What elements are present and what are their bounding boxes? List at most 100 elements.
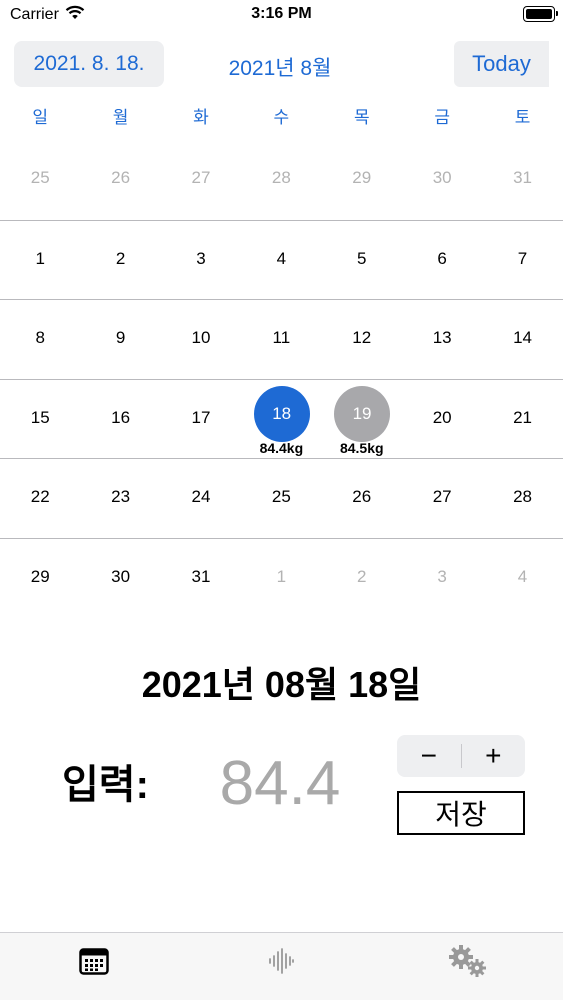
day-number: 23 <box>111 487 131 507</box>
calendar-day[interactable]: 1 <box>241 539 321 618</box>
calendar-day[interactable]: 24 <box>161 459 241 538</box>
battery-icon <box>523 6 558 22</box>
tab-bar <box>0 932 563 1000</box>
day-number: 7 <box>517 248 528 268</box>
day-number: 15 <box>30 407 50 427</box>
day-number: 3 <box>437 566 447 586</box>
waveform-icon <box>267 947 295 979</box>
calendar-week-row: 1 2 3 4 5 6 7 <box>0 219 563 300</box>
tab-waveform[interactable] <box>261 943 301 983</box>
day-number: 4 <box>276 248 287 268</box>
day-number: 26 <box>111 168 131 187</box>
day-number: 3 <box>196 248 206 268</box>
calendar-day[interactable]: 3 <box>402 539 482 618</box>
calendar-day[interactable]: 22 <box>0 459 80 538</box>
day-number: 14 <box>513 328 532 348</box>
calendar-day[interactable]: 17 <box>161 380 241 459</box>
weekday-label: 수 <box>273 108 290 127</box>
weekday-label: 화 <box>193 108 209 127</box>
tab-settings[interactable] <box>448 943 488 983</box>
calendar-day[interactable]: 26 <box>322 459 402 538</box>
input-label: 입력: <box>62 763 149 807</box>
day-number: 25 <box>30 168 50 187</box>
calendar-day[interactable]: 30 <box>80 539 160 618</box>
calendar-day[interactable]: 30 <box>402 140 482 220</box>
calendar-day[interactable]: 5 <box>322 221 402 300</box>
status-time: 3:16 PM <box>251 5 312 22</box>
calendar-day[interactable]: 11 <box>241 300 321 379</box>
day-number: 22 <box>30 487 50 507</box>
calendar-day[interactable]: 23 <box>80 459 160 538</box>
day-number: 16 <box>111 407 131 427</box>
calendar-day[interactable]: 25 <box>241 459 321 538</box>
calendar-day[interactable]: 27 <box>161 140 241 220</box>
weekday-label: 일 <box>32 108 49 127</box>
calendar-day[interactable]: 8 <box>0 300 80 379</box>
day-number: 11 <box>272 328 291 348</box>
day-number: 2 <box>115 248 126 268</box>
day-number: 31 <box>513 168 532 187</box>
calendar-day[interactable]: 28 <box>241 140 321 220</box>
calendar-day[interactable]: 29 <box>322 140 402 220</box>
calendar-day[interactable]: 20 <box>402 380 482 459</box>
day-number: 4 <box>517 566 528 586</box>
calendar-day[interactable]: 7 <box>482 221 562 300</box>
day-number: 27 <box>191 168 211 187</box>
day-number: 30 <box>432 168 452 187</box>
save-button[interactable]: 저장 <box>397 791 525 835</box>
day-number: 27 <box>432 487 452 507</box>
day-number: 17 <box>191 407 211 427</box>
day-weight-label: 84.5kg <box>339 439 384 456</box>
weekday-label: 금 <box>434 108 450 127</box>
day-number: 5 <box>357 248 367 268</box>
day-number: 9 <box>115 328 126 348</box>
day-number: 21 <box>513 407 532 427</box>
calendar-day[interactable]: 9 <box>80 300 160 379</box>
calendar-day[interactable]: 18 84.4kg <box>241 380 321 459</box>
calendar-day[interactable]: 4 <box>241 221 321 300</box>
weight-input[interactable]: 84.4 <box>200 748 360 819</box>
calendar-day[interactable]: 16 <box>80 380 160 459</box>
calendar-day[interactable]: 12 <box>322 300 402 379</box>
day-number: 12 <box>352 328 372 348</box>
calendar-day[interactable]: 25 <box>0 140 80 220</box>
calendar-icon <box>79 947 109 980</box>
selected-date-button[interactable]: 2021. 8. 18. <box>14 41 164 87</box>
calendar-day[interactable]: 6 <box>402 221 482 300</box>
selected-day-circle: 18 <box>253 385 310 442</box>
calendar-week-row: 8 9 10 11 12 13 14 <box>0 299 563 379</box>
weekday-label: 토 <box>514 108 531 127</box>
recorded-day-circle: 19 <box>334 385 391 442</box>
day-number: 25 <box>271 487 291 507</box>
calendar-grid: 25 26 27 28 29 30 31 1 2 3 4 5 6 7 8 9 10 11 12 13 14 15 16 17 1… <box>0 140 563 618</box>
calendar-day[interactable]: 29 <box>0 539 80 618</box>
calendar-day[interactable]: 2 <box>322 539 402 618</box>
decrement-button[interactable]: − <box>397 735 461 777</box>
calendar-day[interactable]: 26 <box>80 140 160 220</box>
calendar-day[interactable]: 10 <box>161 300 241 379</box>
calendar-day[interactable]: 13 <box>402 300 482 379</box>
calendar-day[interactable]: 1 <box>0 221 80 300</box>
month-title: 2021년 8월 <box>228 57 332 80</box>
day-number: 13 <box>432 328 452 348</box>
selected-date-title: 2021년 08월 18일 <box>141 664 422 705</box>
calendar-day[interactable]: 19 84.5kg <box>322 380 402 459</box>
calendar-day[interactable]: 28 <box>482 459 562 538</box>
calendar-day[interactable]: 14 <box>482 300 562 379</box>
calendar-day[interactable]: 31 <box>482 140 562 220</box>
tab-calendar[interactable] <box>74 943 114 983</box>
calendar-header: 2021. 8. 18. 2021년 8월 Today <box>0 40 563 90</box>
today-button[interactable]: Today <box>454 41 549 87</box>
weekday-label: 목 <box>353 108 370 127</box>
calendar-day[interactable]: 15 <box>0 380 80 459</box>
calendar-day[interactable]: 27 <box>402 459 482 538</box>
increment-button[interactable]: + <box>462 735 526 777</box>
day-number: 29 <box>352 168 372 187</box>
day-number: 26 <box>352 487 372 507</box>
calendar-day[interactable]: 3 <box>161 221 241 300</box>
calendar-day[interactable]: 2 <box>80 221 160 300</box>
calendar-day[interactable]: 21 <box>482 380 562 459</box>
day-number: 31 <box>191 566 211 586</box>
calendar-day[interactable]: 4 <box>482 539 562 618</box>
calendar-day[interactable]: 31 <box>161 539 241 618</box>
